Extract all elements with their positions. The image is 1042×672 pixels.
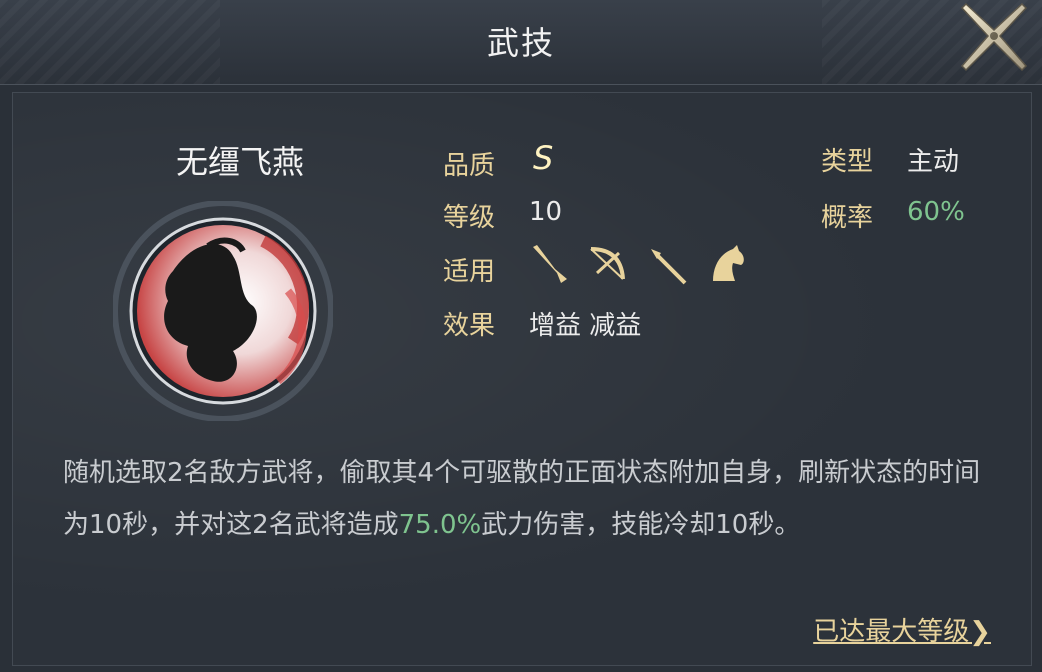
sword-icon (533, 245, 567, 283)
skill-name: 无缰飞燕 (175, 143, 304, 181)
type-label: 类型 (821, 147, 874, 177)
ninja-skill-icon (112, 200, 334, 422)
bow-icon (590, 247, 625, 280)
horse-icon (713, 245, 744, 281)
applicable-label: 适用 (443, 257, 496, 287)
close-icon (960, 2, 1028, 72)
effect-label: 效果 (443, 311, 496, 341)
effect-value: 增益 减益 (529, 311, 642, 341)
level-value: 10 (529, 197, 563, 227)
quality-value: S (533, 139, 554, 177)
spear-icon (651, 249, 687, 285)
quality-label: 品质 (443, 151, 496, 181)
level-label: 等级 (443, 203, 496, 233)
description-text-2: 武力伤害，技能冷却10秒。 (481, 510, 801, 540)
header-bar: 武技 (0, 0, 1042, 85)
close-button[interactable] (960, 0, 1030, 76)
skill-description: 随机选取2名敌方武将，偷取其4个可驱散的正面状态附加自身，刷新状态的时间为10秒… (63, 447, 983, 551)
type-value: 主动 (907, 147, 960, 177)
description-damage-value: 75.0% (398, 510, 482, 540)
rate-value: 60% (907, 197, 965, 227)
max-level-link[interactable]: 已达最大等级❯ (813, 611, 991, 648)
skill-icon (112, 200, 334, 422)
skill-panel: 无缰飞燕 品质 S 等级 10 适用 效果 增益 减益 类型 主动 概率 60%… (12, 92, 1032, 666)
rate-label: 概率 (821, 203, 874, 233)
page-title: 武技 (486, 24, 555, 62)
